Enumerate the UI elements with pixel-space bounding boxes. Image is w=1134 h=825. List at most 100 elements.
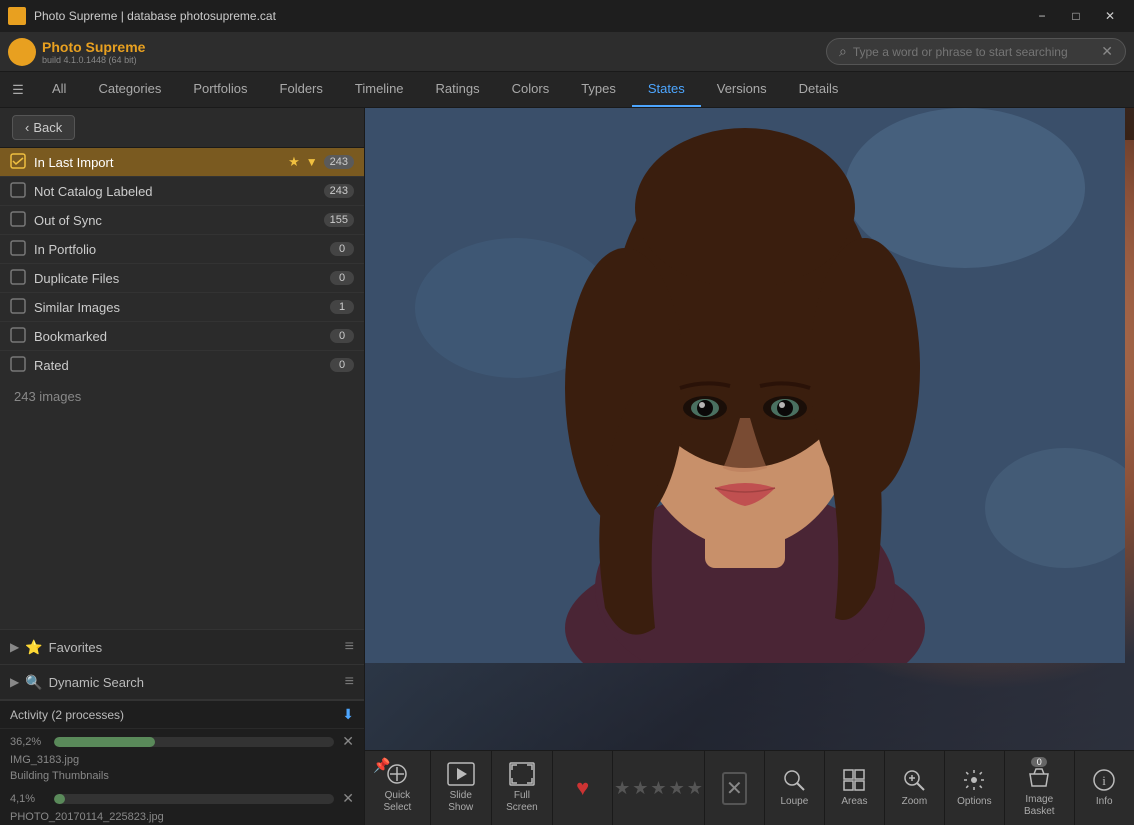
heart-tool[interactable]: ♥ (553, 751, 613, 825)
progress-status-1: Building Thumbnails (0, 768, 364, 786)
info-tool[interactable]: i Info (1075, 751, 1134, 825)
check-icon-in_last_import (10, 153, 28, 171)
star-2[interactable]: ★ (632, 778, 648, 799)
tab-states[interactable]: States (632, 72, 701, 107)
loupe-label: Loupe (780, 796, 808, 808)
search-box[interactable]: ⌕ ✕ (826, 38, 1126, 65)
state-item-out_of_sync[interactable]: Out of Sync155 (0, 206, 364, 235)
dynamic-search-section[interactable]: ▶ 🔍 Dynamic Search ≡ (0, 665, 364, 700)
state-list: In Last Import★▼243Not Catalog Labeled24… (0, 148, 364, 377)
portrait-svg (365, 108, 1125, 663)
badge-duplicate_files: 0 (330, 271, 354, 285)
tab-portfolios[interactable]: Portfolios (177, 72, 263, 107)
favorites-star-icon: ⭐ (25, 639, 42, 656)
close-button[interactable]: ✕ (1094, 0, 1126, 32)
tab-colors[interactable]: Colors (496, 72, 566, 107)
search-icon: ⌕ (839, 43, 847, 60)
search-clear-icon[interactable]: ✕ (1101, 43, 1113, 60)
back-button[interactable]: ‹ Back (12, 115, 75, 140)
app-version: build 4.1.0.1448 (64 bit) (42, 55, 145, 65)
star-5[interactable]: ★ (687, 778, 703, 799)
favorites-menu-icon[interactable]: ≡ (345, 638, 354, 656)
tab-ratings[interactable]: Ratings (420, 72, 496, 107)
hamburger-menu[interactable]: ☰ (0, 72, 36, 107)
dynamic-menu-icon[interactable]: ≡ (345, 673, 354, 691)
basket-icon (1026, 766, 1052, 790)
state-label-out_of_sync: Out of Sync (34, 213, 324, 228)
info-icon: i (1092, 768, 1116, 792)
back-label: Back (33, 120, 62, 135)
check-icon-bookmarked (10, 327, 28, 345)
state-label-not_catalog_labeled: Not Catalog Labeled (34, 184, 324, 199)
back-bar: ‹ Back (0, 108, 364, 148)
state-item-similar_images[interactable]: Similar Images1 (0, 293, 364, 322)
minimize-button[interactable]: − (1026, 0, 1058, 32)
zoom-icon (902, 768, 926, 792)
options-label: Options (957, 796, 991, 808)
count-area: 243 images (0, 377, 364, 630)
search-input[interactable] (853, 45, 1101, 59)
progress-row-2: 4,1% ✕ (0, 786, 364, 811)
star-4[interactable]: ★ (669, 778, 685, 799)
favorites-section[interactable]: ▶ ⭐ Favorites ≡ (0, 630, 364, 665)
progress-row-1: 36,2% ✕ (0, 729, 364, 754)
right-panel: 📌 Quick Select Slide Show Full Screen ♥ … (365, 108, 1134, 825)
areas-icon (842, 768, 866, 792)
favorites-arrow-icon: ▶ (10, 640, 19, 654)
state-item-in_portfolio[interactable]: In Portfolio0 (0, 235, 364, 264)
state-item-in_last_import[interactable]: In Last Import★▼243 (0, 148, 364, 177)
tab-versions[interactable]: Versions (701, 72, 783, 107)
quick-select-tool[interactable]: 📌 Quick Select (365, 751, 431, 825)
fullscreen-tool[interactable]: Full Screen (492, 751, 553, 825)
dynamic-search-icon: 🔍 (25, 674, 42, 691)
loupe-tool[interactable]: Loupe (765, 751, 825, 825)
state-label-bookmarked: Bookmarked (34, 329, 330, 344)
badge-similar_images: 1 (330, 300, 354, 314)
state-item-not_catalog_labeled[interactable]: Not Catalog Labeled243 (0, 177, 364, 206)
check-icon-duplicate_files (10, 269, 28, 287)
progress-bar-fill-2 (54, 794, 65, 804)
fullscreen-label: Full Screen (502, 790, 542, 814)
reject-tool[interactable]: ✕ (705, 751, 765, 825)
state-label-in_last_import: In Last Import (34, 155, 288, 170)
activity-header-row: Activity (2 processes) ⬇ (0, 701, 364, 729)
progress-filename-2: PHOTO_20170114_225823.jpg (0, 811, 364, 825)
areas-label: Areas (841, 796, 867, 808)
state-item-duplicate_files[interactable]: Duplicate Files0 (0, 264, 364, 293)
reject-icon: ✕ (722, 772, 747, 805)
image-basket-tool[interactable]: 0 Image Basket (1005, 751, 1075, 825)
count-text: 243 images (14, 389, 81, 404)
progress-close-2[interactable]: ✕ (342, 790, 354, 807)
options-tool[interactable]: Options (945, 751, 1005, 825)
heart-icon: ♥ (576, 775, 589, 801)
progress-close-1[interactable]: ✕ (342, 733, 354, 750)
tab-details[interactable]: Details (783, 72, 855, 107)
rating-stars: ★ ★ ★ ★ ★ (614, 778, 703, 799)
progress-bar-wrap-2 (54, 794, 334, 804)
star-3[interactable]: ★ (650, 778, 666, 799)
badge-in_portfolio: 0 (330, 242, 354, 256)
rating-tool[interactable]: ★ ★ ★ ★ ★ (613, 751, 705, 825)
logo-icon (8, 38, 36, 66)
state-label-rated: Rated (34, 358, 330, 373)
state-item-rated[interactable]: Rated0 (0, 351, 364, 377)
slideshow-tool[interactable]: Slide Show (431, 751, 492, 825)
slideshow-icon (447, 762, 475, 786)
zoom-tool[interactable]: Zoom (885, 751, 945, 825)
star-1[interactable]: ★ (614, 778, 630, 799)
window-controls: − □ ✕ (1026, 0, 1126, 32)
titlebar: Photo Supreme | database photosupreme.ca… (0, 0, 1134, 32)
activity-download-icon[interactable]: ⬇ (342, 706, 354, 723)
pin-icon: 📌 (373, 757, 390, 774)
header: Photo Supreme build 4.1.0.1448 (64 bit) … (0, 32, 1134, 72)
state-item-bookmarked[interactable]: Bookmarked0 (0, 322, 364, 351)
tab-folders[interactable]: Folders (264, 72, 339, 107)
tab-categories[interactable]: Categories (82, 72, 177, 107)
bottom-sections: ▶ ⭐ Favorites ≡ ▶ 🔍 Dynamic Search ≡ (0, 629, 364, 700)
areas-tool[interactable]: Areas (825, 751, 885, 825)
tab-all[interactable]: All (36, 72, 82, 107)
tab-types[interactable]: Types (565, 72, 632, 107)
state-label-duplicate_files: Duplicate Files (34, 271, 330, 286)
tab-timeline[interactable]: Timeline (339, 72, 420, 107)
maximize-button[interactable]: □ (1060, 0, 1092, 32)
